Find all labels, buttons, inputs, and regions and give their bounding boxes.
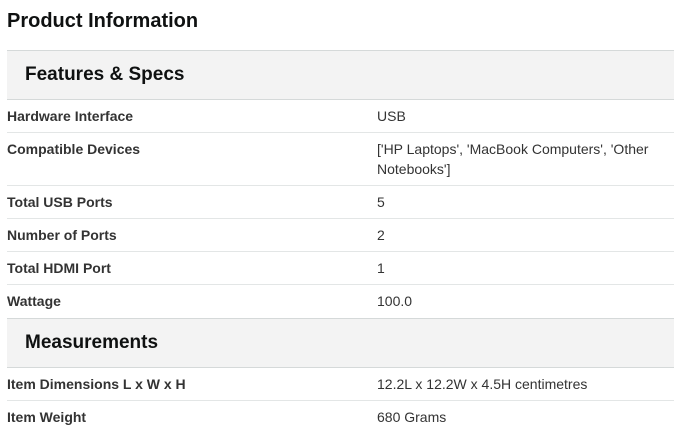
spec-row-total-hdmi-port: Total HDMI Port 1 [7, 252, 674, 285]
spec-value: 680 Grams [377, 409, 447, 425]
spec-label: Item Weight [7, 409, 87, 425]
page-title: Product Information [7, 10, 199, 32]
spec-value: USB [377, 108, 406, 124]
spec-row-compatible-devices: Compatible Devices ['HP Laptops', 'MacBo… [7, 133, 674, 186]
spec-label: Item Dimensions L x W x H [7, 376, 186, 392]
spec-value: 2 [377, 227, 385, 243]
spec-value: 100.0 [377, 293, 413, 309]
spec-row-item-weight: Item Weight 680 Grams [7, 401, 674, 431]
spec-row-wattage: Wattage 100.0 [7, 285, 674, 318]
spec-value: 1 [377, 260, 385, 276]
spec-label: Number of Ports [7, 227, 117, 243]
spec-value: 5 [377, 194, 385, 210]
section-heading: Features & Specs [25, 64, 185, 85]
spec-row-total-usb-ports: Total USB Ports 5 [7, 186, 674, 219]
spec-value: 12.2L x 12.2W x 4.5H centimetres [377, 376, 588, 392]
spec-row-number-of-ports: Number of Ports 2 [7, 219, 674, 252]
spec-label: Wattage [7, 293, 61, 309]
spec-row-item-dimensions: Item Dimensions L x W x H 12.2L x 12.2W … [7, 368, 674, 401]
section-heading: Measurements [25, 332, 159, 353]
spec-label: Hardware Interface [7, 108, 134, 124]
spec-label: Total HDMI Port [7, 260, 111, 276]
spec-value: ['HP Laptops', 'MacBook Computers', 'Oth… [377, 141, 649, 177]
spec-row-hardware-interface: Hardware Interface USB [7, 100, 674, 133]
section-header-measurements: Measurements [7, 318, 674, 368]
spec-label: Total USB Ports [7, 194, 113, 210]
spec-label: Compatible Devices [7, 141, 141, 157]
section-header-features-specs: Features & Specs [7, 50, 674, 100]
